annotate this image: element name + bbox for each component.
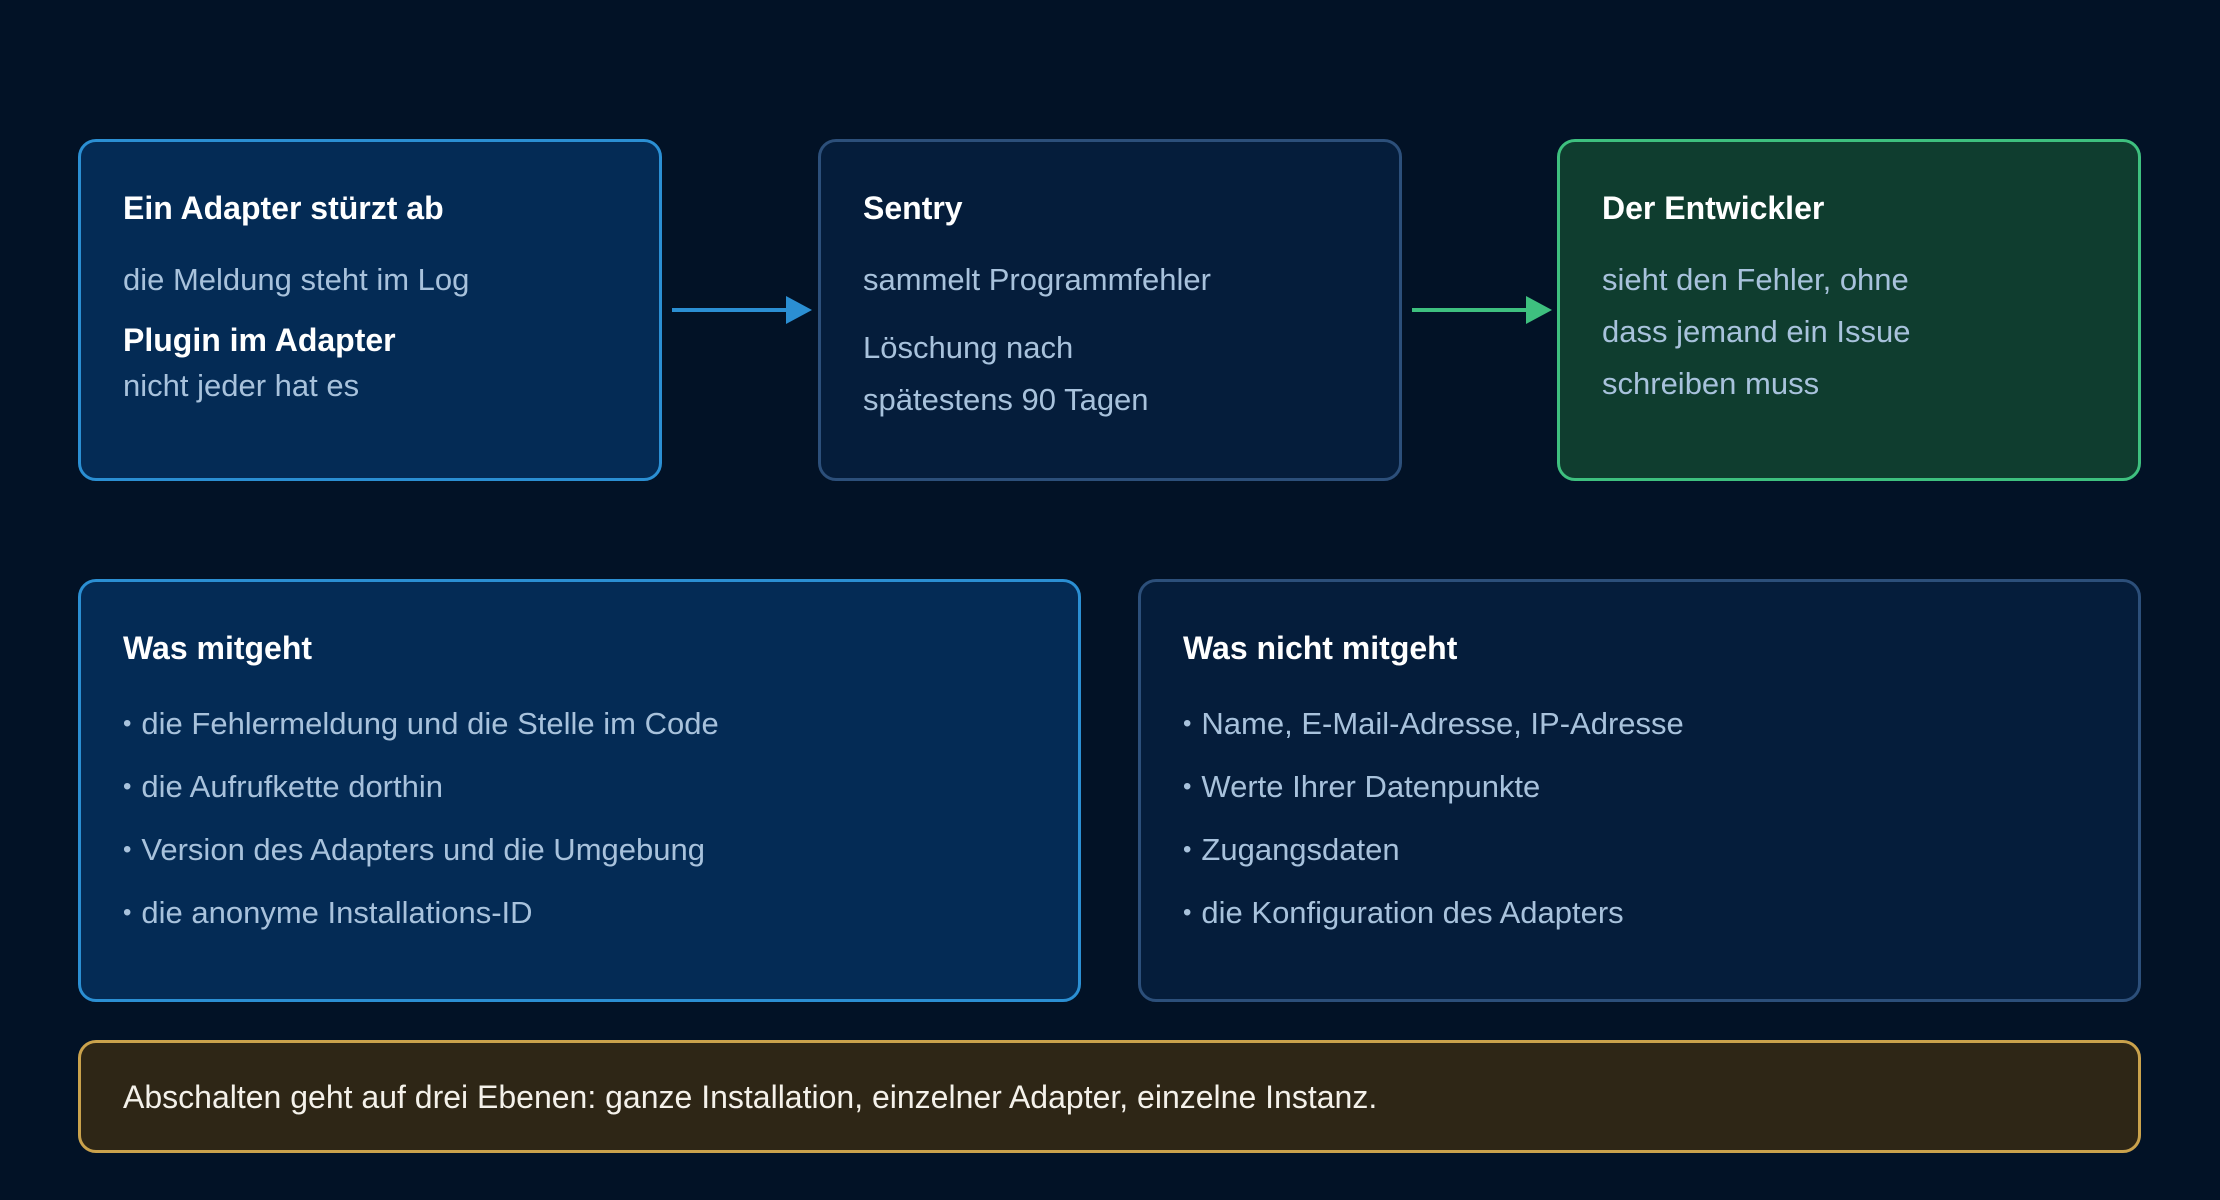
step-crash-text: die Meldung steht im Log: [123, 262, 470, 297]
arrow-right-icon: [672, 296, 812, 324]
step-sentry-box: Sentry sammelt Programmfehler Löschung n…: [818, 139, 1402, 481]
list-item: • Version des Adapters und die Umgebung: [123, 832, 705, 867]
step-developer-text-1: sieht den Fehler, ohne: [1602, 262, 1909, 297]
step-developer-title: Der Entwickler: [1602, 190, 1825, 226]
step-crash-subtext: nicht jeder hat es: [123, 368, 360, 403]
included-data-list: • die Fehlermeldung und die Stelle im Cod…: [123, 694, 1036, 946]
opt-out-notice-text: Abschalten geht auf drei Ebenen: ganze I…: [123, 1078, 1378, 1115]
list-item: • Zugangsdaten: [1183, 832, 1400, 867]
step-developer-text-2: dass jemand ein Issue: [1602, 314, 1911, 349]
step-crash-subtitle: Plugin im Adapter: [123, 322, 396, 358]
step-sentry-text: sammelt Programmfehler: [863, 262, 1211, 297]
opt-out-notice: Abschalten geht auf drei Ebenen: ganze I…: [78, 1040, 2141, 1153]
excluded-data-list: • Name, E-Mail-Adresse, IP-Adresse • Werte…: [1183, 694, 2096, 946]
list-item: • Werte Ihrer Datenpunkte: [1183, 769, 1541, 804]
step-sentry-retention-line2: spätestens 90 Tagen: [863, 382, 1149, 417]
step-sentry-title: Sentry: [863, 190, 963, 226]
list-item: • die Konfiguration des Adapters: [1183, 895, 1624, 930]
included-data-box: Was mitgeht • die Fehlermeldung und die S…: [78, 579, 1081, 1002]
arrow-right-icon: [1412, 296, 1552, 324]
excluded-data-box: Was nicht mitgeht • Name, E-Mail-Adresse,…: [1138, 579, 2141, 1002]
step-developer-text-3: schreiben muss: [1602, 366, 1820, 401]
step-developer-box: Der Entwickler sieht den Fehler, ohne da…: [1557, 139, 2141, 481]
step-sentry-retention-line1: Löschung nach: [863, 330, 1074, 365]
excluded-data-title: Was nicht mitgeht: [1183, 630, 1458, 666]
list-item: • Name, E-Mail-Adresse, IP-Adresse: [1183, 706, 1684, 741]
list-item: • die Fehlermeldung und die Stelle im Cod…: [123, 706, 719, 741]
list-item: • die anonyme Installations-ID: [123, 895, 533, 930]
step-crash-title: Ein Adapter stürzt ab: [123, 190, 444, 226]
list-item: • die Aufrufkette dorthin: [123, 769, 443, 804]
step-crash-box: Ein Adapter stürzt ab die Meldung steht …: [78, 139, 662, 481]
included-data-title: Was mitgeht: [123, 630, 313, 666]
